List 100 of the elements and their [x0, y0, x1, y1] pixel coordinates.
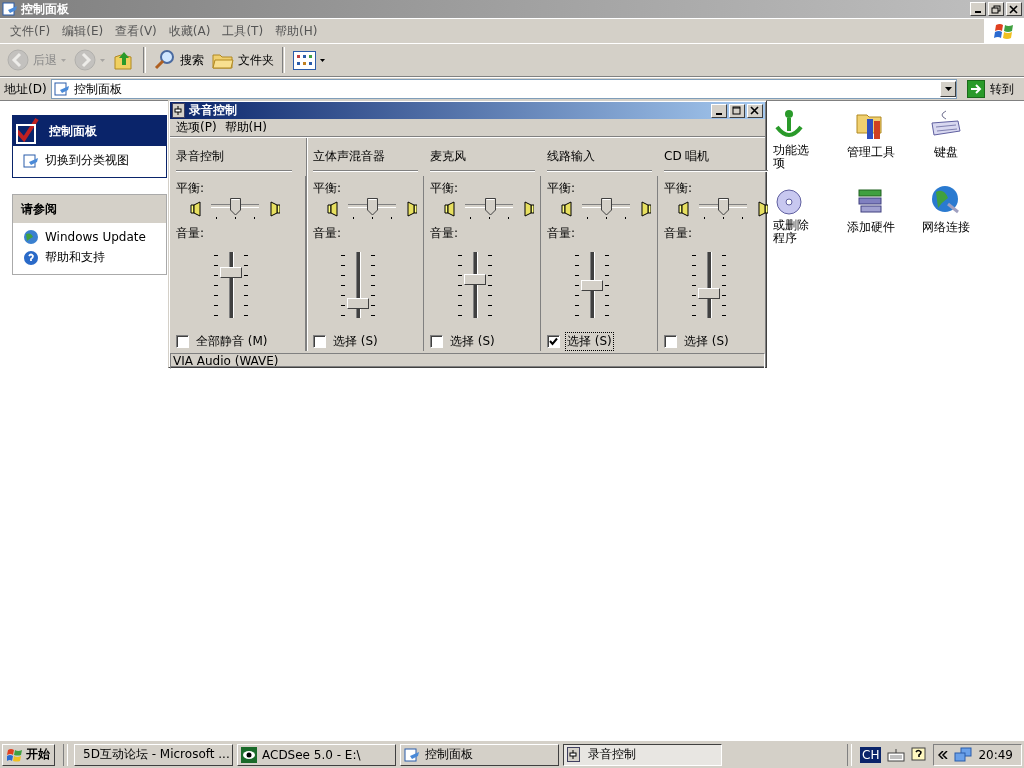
control-panel-item[interactable]: 网络连接 — [908, 184, 983, 259]
close-icon — [1009, 4, 1019, 14]
close-button[interactable] — [747, 103, 763, 118]
menu-item[interactable]: 工具(T) — [216, 22, 270, 40]
grid-icon — [293, 50, 316, 70]
search-button[interactable]: 搜索 — [151, 47, 207, 73]
checkbox[interactable] — [430, 335, 443, 348]
taskbar-button[interactable]: ACDSee 5.0 - E:\ — [237, 743, 396, 766]
panel-title: 控制面板 — [49, 122, 97, 140]
checkbox[interactable] — [664, 335, 677, 348]
chevron-icon[interactable] — [938, 750, 949, 759]
window-title: 控制面板 — [21, 0, 70, 18]
control-panel-icon — [53, 81, 70, 97]
help-icon[interactable] — [911, 746, 928, 763]
volume-slider[interactable] — [575, 250, 609, 320]
address-value: 控制面板 — [73, 80, 122, 98]
control-panel-item[interactable]: 添加硬件 — [833, 184, 908, 259]
taskbar-button[interactable]: 录音控制 — [563, 743, 722, 766]
menu-item[interactable]: 帮助(H) — [220, 119, 271, 136]
volume-slider[interactable] — [458, 250, 492, 320]
slider-thumb[interactable] — [600, 198, 612, 216]
start-button[interactable]: 开始 — [2, 743, 55, 766]
control-panel-icon — [2, 1, 18, 17]
menu-item[interactable]: 帮助(H) — [269, 22, 324, 40]
speaker-icon — [523, 201, 534, 217]
minimize-button[interactable] — [970, 2, 986, 16]
speaker-icon — [640, 201, 651, 217]
speaker-icon — [269, 201, 280, 217]
minimize-icon — [716, 112, 722, 115]
maximize-button[interactable] — [729, 103, 745, 118]
menu-item[interactable]: 查看(V) — [109, 22, 163, 40]
checkbox[interactable] — [313, 335, 326, 348]
close-button[interactable] — [1006, 2, 1022, 16]
speaker-icon — [757, 201, 768, 217]
control-panel-item[interactable]: 或删除程序 — [773, 184, 833, 259]
slider-thumb[interactable] — [366, 198, 378, 216]
address-field[interactable]: 控制面板 — [50, 79, 957, 99]
windows-logo-icon — [7, 747, 23, 762]
speaker-icon — [190, 201, 201, 217]
views-button[interactable] — [290, 48, 328, 72]
control-panel-item[interactable]: 功能选项 — [773, 109, 833, 184]
menu-item[interactable]: 选项(P) — [172, 119, 221, 136]
channel-name: 麦克风 — [430, 143, 535, 171]
checkbox-label: 选择 (S) — [565, 332, 614, 351]
checkbox[interactable] — [176, 335, 189, 348]
balance-label: 平衡: — [313, 180, 343, 197]
sidebar-link[interactable]: Windows Update — [23, 229, 156, 245]
speaker-icon — [327, 201, 338, 217]
checkbox-label: 选择 (S) — [449, 333, 496, 350]
language-indicator[interactable]: CH — [860, 746, 882, 763]
control-panel-icon — [23, 152, 39, 169]
keyboard-icon[interactable] — [887, 747, 906, 762]
balance-label: 平衡: — [664, 180, 694, 197]
channel-name: 线路输入 — [547, 143, 652, 171]
volume-label: 音量: — [313, 225, 343, 242]
volume-label: 音量: — [547, 225, 577, 242]
volume-slider[interactable] — [213, 250, 248, 320]
menu-item[interactable]: 文件(F) — [4, 22, 57, 40]
slider-thumb[interactable] — [485, 198, 497, 216]
window-title: 录音控制 — [189, 102, 238, 119]
volume-slider[interactable] — [692, 250, 726, 320]
caret-icon — [320, 58, 325, 62]
globe-icon — [23, 229, 39, 245]
windows-logo-icon — [994, 22, 1014, 40]
address-label: 地址(D) — [4, 80, 47, 98]
go-button[interactable]: 转到 — [961, 80, 1020, 98]
taskbar-button[interactable]: 控制面板 — [400, 743, 559, 766]
taskbar-button[interactable]: 5D互动论坛 - Microsoft ... — [74, 743, 233, 766]
panel-title: 请参阅 — [21, 200, 57, 218]
dropdown-button[interactable] — [940, 81, 956, 97]
restore-button[interactable] — [988, 2, 1004, 16]
slider-thumb[interactable] — [717, 198, 729, 216]
eye-icon — [241, 746, 257, 763]
volume-slider[interactable] — [341, 250, 375, 320]
volume-label: 音量: — [430, 225, 460, 242]
control-panel-item[interactable]: 键盘 — [908, 109, 983, 184]
network-icon[interactable] — [954, 746, 973, 763]
clock: 20:49 — [978, 747, 1013, 762]
control-panel-item[interactable]: 管理工具 — [833, 109, 908, 184]
slider-thumb[interactable] — [229, 198, 241, 216]
sidebar-link[interactable]: 帮助和支持 — [23, 249, 156, 266]
globe-icon — [929, 184, 962, 216]
speaker-icon — [406, 201, 417, 217]
slider-icon — [567, 746, 583, 763]
control-panel-icon — [404, 746, 420, 763]
menu-item[interactable]: 收藏(A) — [162, 22, 217, 40]
checkbox-label: 全部静音 (M) — [195, 333, 269, 350]
search-icon — [154, 49, 176, 71]
channel-name: CD 唱机 — [664, 143, 768, 171]
caret-icon — [944, 87, 952, 91]
folders-button[interactable]: 文件夹 — [209, 48, 277, 72]
minimize-button[interactable] — [711, 103, 727, 118]
checkbox[interactable] — [547, 335, 560, 348]
checkbox-label: 选择 (S) — [332, 333, 379, 350]
menu-item[interactable]: 编辑(E) — [56, 22, 110, 40]
channel-name: 录音控制 — [176, 143, 292, 171]
slider-icon — [172, 103, 185, 118]
caret-icon — [61, 58, 66, 62]
sidebar-link[interactable]: 切换到分类视图 — [23, 152, 156, 169]
balance-label: 平衡: — [547, 180, 577, 197]
